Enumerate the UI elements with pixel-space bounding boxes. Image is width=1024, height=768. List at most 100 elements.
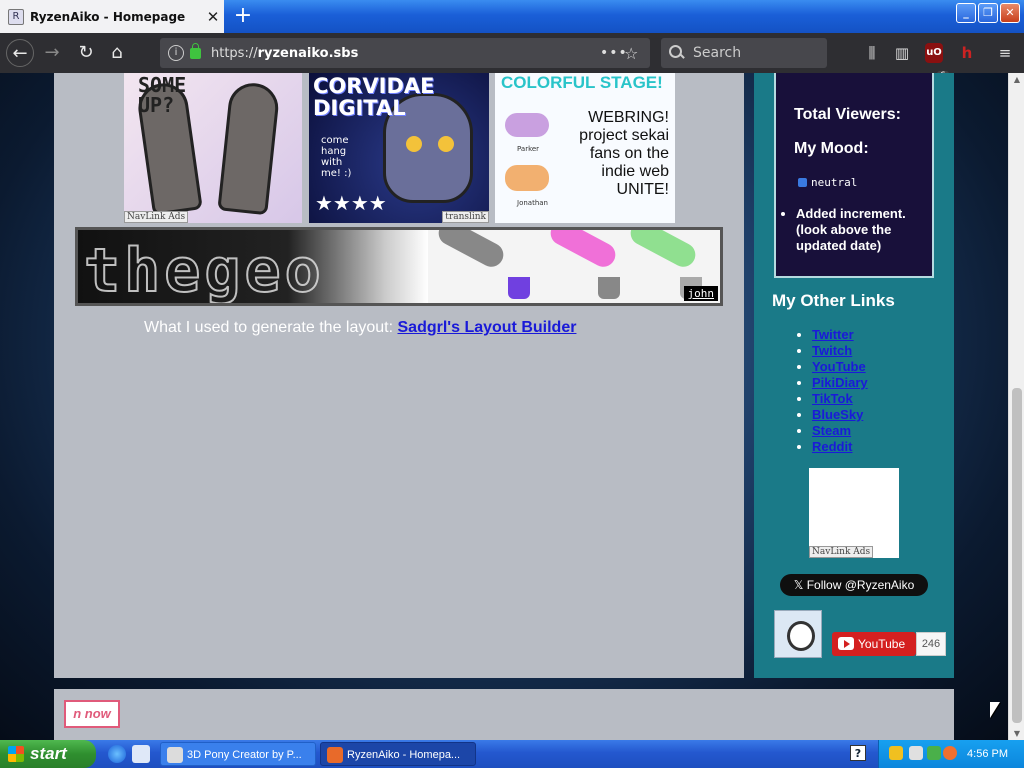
bottle-icon — [626, 230, 700, 272]
layout-credit: What I used to generate the layout: Sadg… — [144, 319, 576, 337]
tab-close-icon[interactable]: ✕ — [202, 8, 224, 26]
browser-tab-active[interactable]: R RyzenAiko - Homepage ✕ — [0, 0, 224, 33]
my-mood-label: My Mood: — [794, 140, 869, 157]
banner-image[interactable]: thegeo john — [75, 227, 723, 306]
link-reddit[interactable]: Reddit — [812, 439, 852, 454]
status-box: Total Viewers: My Mood: neutral Added in… — [774, 73, 934, 278]
cup-icon — [598, 277, 620, 299]
security-shield-icon[interactable] — [889, 746, 903, 760]
translink-caption[interactable]: translink — [442, 211, 489, 223]
mood-icon — [798, 178, 807, 187]
firefox-icon — [327, 747, 343, 763]
window-close-button[interactable]: ✕ — [1000, 3, 1020, 23]
bottle-icon — [546, 230, 620, 272]
sidebar-toggle-icon[interactable]: ▥ — [890, 41, 914, 65]
navlink-ad-slot[interactable]: NavLink Ads — [809, 468, 899, 558]
sidebar: Total Viewers: My Mood: neutral Added in… — [754, 73, 954, 678]
scroll-down-icon[interactable]: ▼ — [1012, 729, 1022, 738]
banner-glitch-text: thegeo — [83, 235, 325, 306]
badge-3-body: WEBRING! project sekai fans on the indie… — [579, 109, 669, 198]
mouse-cursor-icon — [990, 702, 1000, 718]
window-restore-button[interactable]: ❐ — [978, 3, 998, 23]
speaker-icon[interactable] — [909, 746, 923, 760]
library-icon[interactable]: ⫼ — [860, 41, 884, 65]
site-favicon-icon: R — [8, 8, 24, 25]
scrollbar-thumb[interactable] — [1012, 388, 1022, 723]
sadgrl-layout-link[interactable]: Sadgrl's Layout Builder — [398, 319, 577, 336]
back-arrow-icon[interactable]: ← — [6, 39, 34, 67]
secure-lock-icon[interactable] — [190, 42, 201, 59]
show-desktop-icon[interactable] — [132, 745, 150, 763]
button-badge-1[interactable]: SOME UP? NavLink Ads — [124, 73, 302, 223]
task-label: RyzenAiko - Homepa... — [347, 749, 461, 761]
x-follow-button[interactable]: 𝕏 Follow @RyzenAiko — [780, 574, 928, 596]
clock[interactable]: 4:56 PM — [967, 740, 1008, 768]
character-icon — [505, 165, 549, 191]
ublock-icon[interactable]: uO — [925, 43, 943, 63]
forward-arrow-icon[interactable]: → — [38, 39, 66, 67]
link-pikidiary[interactable]: PikiDiary — [812, 375, 868, 390]
link-steam[interactable]: Steam — [812, 423, 851, 438]
badge-1-text: SOME UP? — [138, 73, 187, 117]
url-text[interactable]: https://ryzenaiko.sbs — [211, 46, 600, 61]
new-tab-button[interactable]: + — [230, 3, 256, 29]
navlink-ads-caption[interactable]: NavLink Ads — [809, 546, 874, 558]
page-footer: n now — [54, 689, 954, 740]
link-youtube[interactable]: YouTube — [812, 359, 866, 374]
bookmark-star-icon[interactable]: ☆ — [624, 44, 650, 63]
network-icon[interactable] — [927, 746, 941, 760]
updates-list: Added increment. (look above the updated… — [784, 206, 934, 254]
badge-2-small-text: come hang with me! :) — [321, 135, 352, 179]
banner-bottles-panel — [428, 230, 720, 303]
character-icon — [505, 113, 549, 137]
navlink-ads-caption[interactable]: NavLink Ads — [124, 211, 189, 223]
link-bluesky[interactable]: BlueSky — [812, 407, 863, 422]
search-tray-icon[interactable] — [943, 746, 957, 760]
link-twitter[interactable]: Twitter — [812, 327, 854, 342]
youtube-subscribe-button[interactable]: YouTube — [832, 632, 916, 656]
browser-toolbar: ← → ↻ ⌂ i https://ryzenaiko.sbs ••• ☆ Se… — [0, 33, 1024, 81]
page-actions-icon[interactable]: ••• — [600, 45, 627, 61]
url-host: ryzenaiko.sbs — [257, 45, 359, 61]
link-tiktok[interactable]: TikTok — [812, 391, 853, 406]
home-icon[interactable]: ⌂ — [103, 39, 131, 67]
window-minimize-button[interactable]: _ — [956, 3, 976, 23]
button-badge-3[interactable]: COLORFUL STAGE! Parker Jonathan WEBRING!… — [495, 73, 675, 223]
character-name: Jonathan — [517, 199, 548, 207]
youtube-subscriber-count: 246 — [916, 632, 946, 656]
credit-prefix: What I used to generate the layout: — [144, 319, 394, 336]
site-info-icon[interactable]: i — [168, 45, 184, 61]
badge-art — [217, 80, 281, 216]
youtube-label: YouTube — [858, 637, 906, 651]
extension-icon[interactable]: h — [955, 41, 979, 65]
search-icon — [669, 45, 685, 61]
youtube-channel-avatar[interactable] — [774, 610, 822, 658]
main-content: SOME UP? NavLink Ads CORVIDAE DIGITAL co… — [54, 73, 744, 678]
tab-title: RyzenAiko - Homepage — [30, 9, 186, 24]
app-icon — [167, 747, 183, 763]
windows-flag-icon — [8, 746, 24, 762]
start-button[interactable]: start — [0, 740, 96, 768]
web-page: SOME UP? NavLink Ads CORVIDAE DIGITAL co… — [0, 73, 1008, 740]
search-input[interactable]: Search — [661, 38, 827, 68]
button-badge-2[interactable]: CORVIDAE DIGITAL come hang with me! :) ★… — [309, 73, 489, 223]
youtube-play-icon — [838, 637, 854, 650]
scroll-up-icon[interactable]: ▲ — [1012, 75, 1022, 84]
stars-icon: ★★★★ — [315, 191, 387, 215]
page-scrollbar[interactable]: ▲ ▼ — [1008, 73, 1024, 740]
update-item: Added increment. (look above the updated… — [796, 206, 934, 254]
banner-signature[interactable]: john — [683, 286, 718, 301]
taskbar-item-pony-creator[interactable]: 3D Pony Creator by P... — [160, 742, 316, 766]
internet-explorer-icon[interactable] — [108, 745, 126, 763]
footer-button-badge[interactable]: n now — [64, 700, 120, 728]
character-name: Parker — [517, 145, 540, 153]
address-bar[interactable]: i https://ryzenaiko.sbs ••• ☆ — [160, 38, 650, 68]
taskbar-item-ryzenaiko[interactable]: RyzenAiko - Homepa... — [320, 742, 476, 766]
reload-icon[interactable]: ↻ — [72, 39, 100, 67]
badge-3-heading: COLORFUL STAGE! — [501, 73, 663, 92]
task-label: 3D Pony Creator by P... — [187, 749, 302, 761]
search-placeholder: Search — [693, 45, 742, 61]
help-icon[interactable]: ? — [850, 745, 866, 761]
hamburger-menu-icon[interactable]: ≡ — [993, 41, 1017, 65]
link-twitch[interactable]: Twitch — [812, 343, 852, 358]
